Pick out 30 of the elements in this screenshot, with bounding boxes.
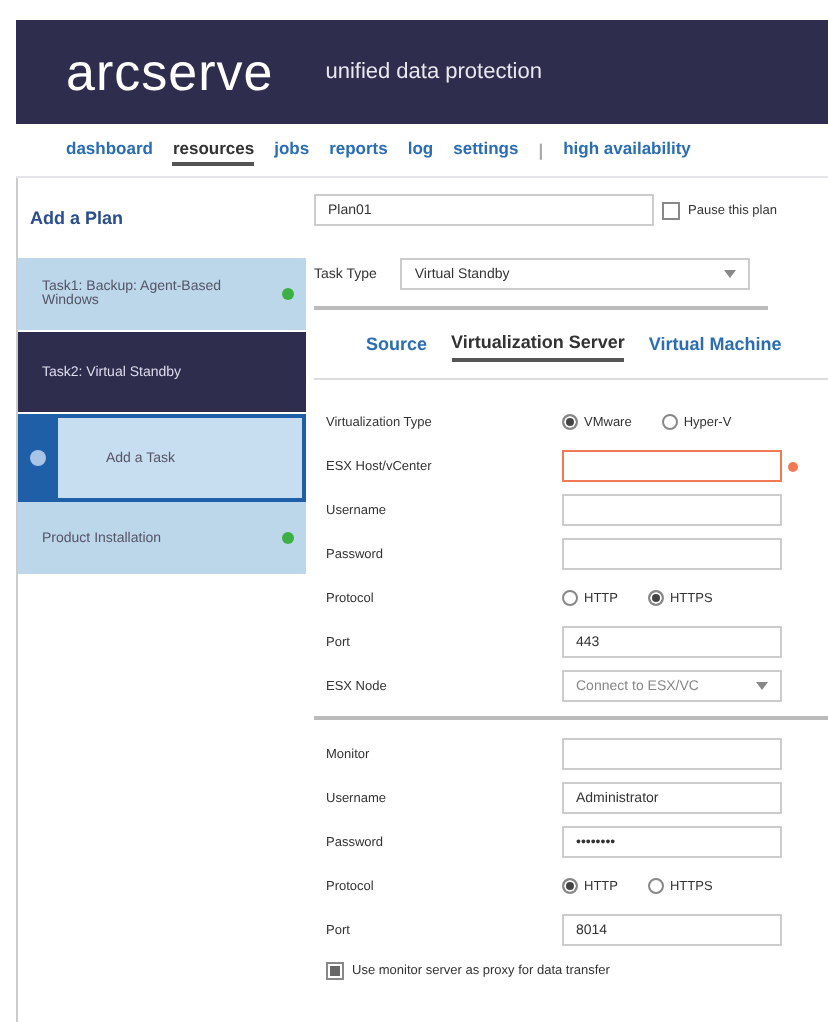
input-field[interactable] xyxy=(562,450,782,482)
radio-button[interactable] xyxy=(647,590,664,606)
tab[interactable]: Source xyxy=(366,328,428,360)
tab[interactable]: Virtualization Server xyxy=(451,326,625,362)
nav-separator: | xyxy=(538,140,544,160)
nav-link[interactable]: jobs xyxy=(274,134,310,166)
caret-icon xyxy=(756,682,768,690)
caret-icon xyxy=(724,270,737,278)
nav-link[interactable]: log xyxy=(407,134,434,166)
error-dot xyxy=(788,461,798,471)
input-field[interactable] xyxy=(562,494,782,526)
tab[interactable]: Virtual Machine xyxy=(648,328,782,360)
pause-checkbox[interactable] xyxy=(662,201,680,219)
radio-button[interactable] xyxy=(562,878,578,894)
radio-button[interactable] xyxy=(647,878,664,894)
nav-link[interactable]: dashboard xyxy=(66,134,153,166)
nav-link[interactable]: high availability xyxy=(563,134,691,166)
radio-button[interactable] xyxy=(661,414,678,430)
radio-button[interactable] xyxy=(562,590,578,606)
tagline: unified data protection xyxy=(325,60,542,84)
nav-link[interactable]: settings xyxy=(453,134,519,166)
proxy-checkbox[interactable] xyxy=(326,961,344,979)
sidebar-title: Add a Plan xyxy=(28,206,126,232)
logo: arcserve xyxy=(66,41,274,103)
radio-button[interactable] xyxy=(562,414,578,430)
nav-link[interactable]: reports xyxy=(329,134,388,166)
input-field[interactable] xyxy=(562,538,782,570)
input-field[interactable] xyxy=(562,738,782,770)
add-icon xyxy=(30,450,46,466)
nav-link[interactable]: resources xyxy=(172,134,255,166)
